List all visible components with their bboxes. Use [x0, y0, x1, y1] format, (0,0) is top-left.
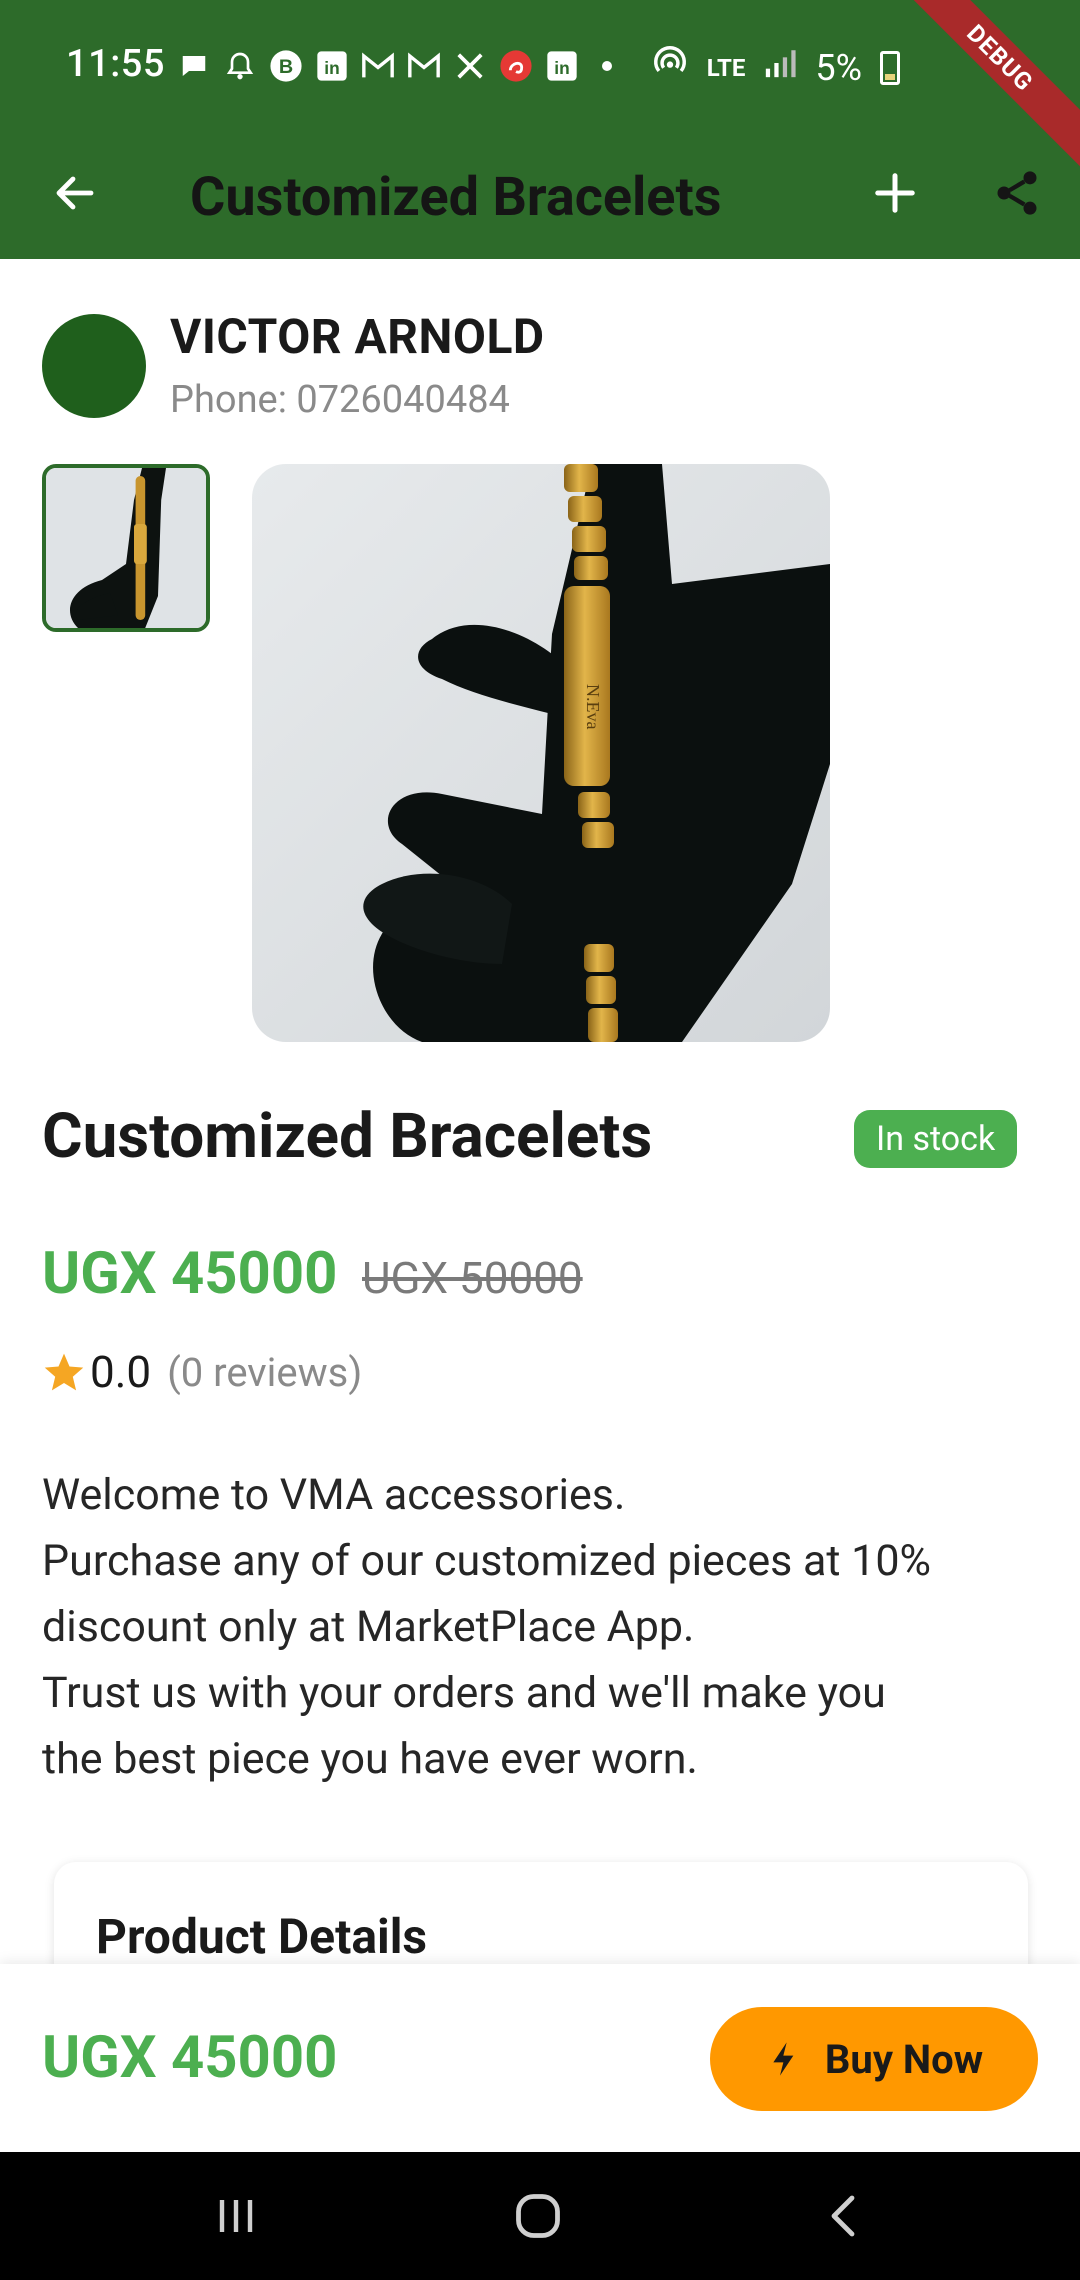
- system-back-button[interactable]: [820, 2190, 868, 2242]
- product-title: Customized Bracelets: [42, 1100, 653, 1173]
- status-time: 11:55: [66, 42, 165, 86]
- buy-now-label: Buy Now: [824, 2035, 984, 2083]
- bracelet-thumbnail-image: [46, 468, 206, 628]
- x-icon: [452, 48, 488, 84]
- rating-row[interactable]: 0.0 (0 reviews): [42, 1346, 362, 1398]
- airtel-icon: [498, 48, 534, 84]
- share-button[interactable]: [982, 158, 1052, 228]
- add-button[interactable]: [860, 158, 930, 228]
- system-navigation-bar: [0, 2152, 1080, 2280]
- product-description: Welcome to VMA accessories. Purchase any…: [42, 1462, 1042, 1792]
- recent-apps-button[interactable]: [212, 2192, 260, 2240]
- status-bar: 11:55 B in in LTE 5%: [0, 0, 1080, 136]
- svg-text:B: B: [279, 56, 293, 78]
- seller-phone[interactable]: Phone: 0726040484: [170, 378, 510, 422]
- arrow-left-icon: [56, 176, 94, 210]
- message-icon: [176, 48, 212, 84]
- product-old-price: UGX 50000: [362, 1252, 583, 1304]
- stock-status-badge: In stock: [854, 1110, 1018, 1168]
- hotspot-icon: [651, 44, 689, 91]
- recent-apps-icon: [219, 2200, 253, 2232]
- home-button[interactable]: [512, 2190, 564, 2242]
- buy-now-button[interactable]: Buy Now: [710, 2007, 1038, 2111]
- review-count: (0 reviews): [167, 1348, 363, 1396]
- chevron-left-icon: [831, 2195, 855, 2237]
- product-main-image[interactable]: N.Eva: [252, 464, 830, 1042]
- description-line: the best piece you have ever worn.: [42, 1734, 698, 1784]
- image-thumbnail[interactable]: [42, 464, 210, 632]
- bracelet-image: N.Eva: [252, 464, 830, 1042]
- description-line: discount only at MarketPlace App.: [42, 1602, 695, 1652]
- more-notifications-dot: [602, 61, 612, 71]
- app-bar: Customized Bracelets: [0, 136, 1080, 259]
- top-bar: 11:55 B in in LTE 5% DEBUG Customized Br…: [0, 0, 1080, 259]
- home-icon: [516, 2194, 560, 2238]
- buy-bar: UGX 45000 Buy Now: [0, 1964, 1080, 2152]
- buy-bar-price: UGX 45000: [42, 2024, 338, 2092]
- description-line: Trust us with your orders and we'll make…: [42, 1668, 886, 1718]
- rating-value: 0.0: [90, 1346, 152, 1398]
- product-price: UGX 45000: [42, 1240, 338, 1308]
- alarm-icon: [222, 48, 258, 84]
- linkedin-icon: in: [314, 48, 350, 84]
- screen: 11:55 B in in LTE 5% DEBUG Customized Br…: [0, 0, 1080, 2280]
- svg-text:N.Eva: N.Eva: [583, 684, 603, 729]
- gmail-icon: [360, 48, 396, 84]
- battery-percent: 5%: [815, 46, 862, 89]
- seller-avatar[interactable]: [42, 314, 146, 418]
- battery-icon: [880, 50, 900, 85]
- plus-icon: [875, 173, 915, 213]
- b-app-icon: B: [268, 48, 304, 84]
- gmail-icon: [406, 48, 442, 84]
- svg-text:in: in: [554, 58, 569, 78]
- signal-icon: [763, 46, 797, 89]
- app-bar-title: Customized Bracelets: [190, 166, 722, 229]
- product-details-heading: Product Details: [96, 1908, 428, 1965]
- seller-name[interactable]: VICTOR ARNOLD: [170, 308, 545, 365]
- back-button[interactable]: [40, 158, 110, 228]
- svg-text:in: in: [324, 58, 339, 78]
- share-icon: [997, 171, 1037, 215]
- star-icon: [44, 1353, 84, 1391]
- description-line: Purchase any of our customized pieces at…: [42, 1536, 931, 1586]
- linkedin-icon: in: [544, 48, 580, 84]
- notification-icons: B in in: [176, 48, 612, 84]
- system-icons: LTE 5%: [651, 44, 900, 91]
- description-line: Welcome to VMA accessories.: [42, 1470, 626, 1520]
- lte-icon: LTE: [706, 53, 746, 82]
- bolt-icon: [773, 2042, 794, 2076]
